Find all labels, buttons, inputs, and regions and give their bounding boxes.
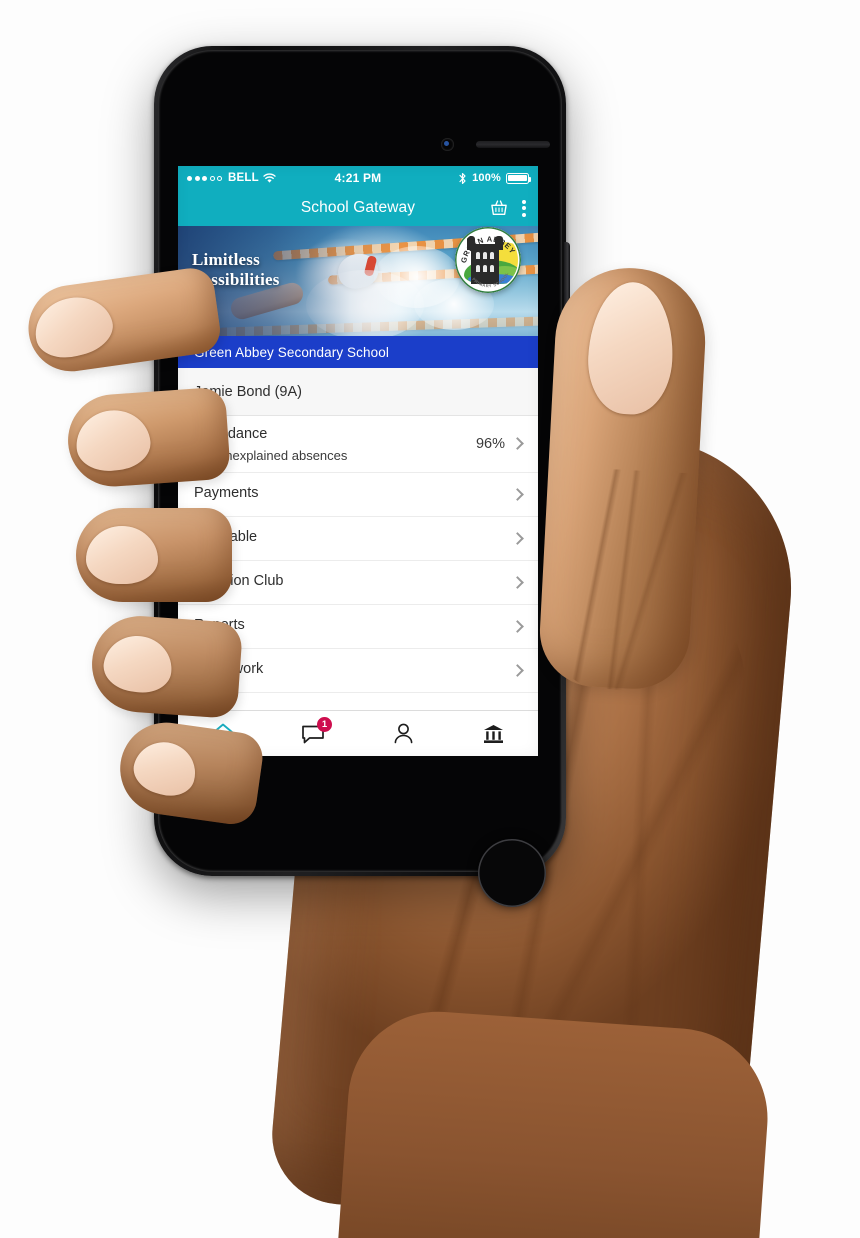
attendance-subtext: 2 Unexplained absences (194, 448, 476, 463)
menu-item-text: Reports (194, 616, 513, 636)
school-name-bar: Green Abbey Secondary School (178, 336, 538, 368)
menu-item-label: Reports (194, 617, 245, 634)
menu-item-label: Payments (194, 485, 259, 502)
chevron-right-icon (511, 531, 524, 545)
status-bar-left: BELL (187, 172, 335, 184)
fingernail (28, 289, 119, 365)
messages-tab[interactable]: 1 (268, 711, 358, 756)
school-name-label: Green Abbey Secondary School (194, 344, 389, 360)
attendance-value: 96% (475, 435, 505, 452)
battery-percent-label: 100% (472, 172, 502, 184)
fingernail (73, 406, 154, 475)
student-name-row[interactable]: Jamie Bond (9A) (178, 368, 538, 416)
menu-item-label: Revision Club (194, 573, 284, 590)
signal-strength-icon (187, 175, 222, 181)
crest-ring (455, 227, 521, 293)
wifi-icon (263, 172, 276, 183)
earpiece-speaker (476, 141, 550, 148)
battery-icon (506, 172, 532, 184)
menu-item-text: Revision Club (194, 572, 513, 592)
menu-item-attendance[interactable]: Attendance 2 Unexplained absences 96% (178, 416, 538, 473)
status-dot-icon (194, 451, 201, 459)
bluetooth-icon (459, 172, 466, 184)
status-bar-right: 100% (381, 172, 532, 185)
hero-headline-line2: Possibilities (192, 270, 280, 290)
thumb-creases (550, 466, 702, 694)
chevron-right-icon (511, 575, 524, 589)
menu-item-label: Homework (194, 661, 264, 678)
attendance-absences-label: 2 Unexplained absences (205, 447, 348, 463)
shopping-basket-icon[interactable] (489, 198, 509, 218)
menu-item-revision-club[interactable]: Revision Club (178, 560, 538, 605)
menu-item-text: Timetable (194, 528, 513, 548)
chevron-right-icon (511, 487, 524, 501)
thumbnail (585, 280, 677, 417)
nav-actions (489, 197, 528, 220)
carrier-label: BELL (228, 172, 259, 184)
menu-item-homework[interactable]: Homework (178, 648, 538, 693)
app-nav-bar: School Gateway (178, 190, 538, 226)
phone-screen: BELL 4:21 PM 100% School Gateway Limitle… (178, 166, 538, 756)
menu-item-text: Payments (194, 484, 513, 504)
hero-headline: Limitless Possibilities (192, 250, 280, 290)
home-icon (212, 723, 234, 744)
menu-item-reports[interactable]: Reports (178, 604, 538, 649)
message-count-badge: 1 (317, 717, 332, 732)
home-tab[interactable] (178, 711, 268, 756)
power-button[interactable] (564, 242, 570, 316)
attendance-text: Attendance 2 Unexplained absences (194, 425, 476, 463)
chevron-right-icon (511, 619, 524, 633)
school-crest-icon: GREEN ABBEY PRIMARY SCHOOL (455, 227, 521, 293)
bank-building-icon (483, 724, 503, 743)
menu-item-payments[interactable]: Payments (178, 472, 538, 517)
home-button[interactable] (478, 839, 546, 907)
student-name-label: Jamie Bond (9A) (194, 383, 302, 400)
menu-item-text: Homework (194, 660, 513, 680)
bottom-tab-bar: 1 (178, 710, 538, 756)
page-title: School Gateway (300, 199, 416, 216)
overflow-menu-icon[interactable] (520, 197, 528, 220)
scene: BELL 4:21 PM 100% School Gateway Limitle… (0, 0, 860, 1238)
chevron-right-icon (511, 437, 524, 451)
school-tab[interactable] (448, 711, 538, 756)
hero-headline-line1: Limitless (192, 250, 260, 269)
menu-item-timetable[interactable]: Timetable (178, 516, 538, 561)
profile-tab[interactable] (358, 711, 448, 756)
chevron-right-icon (511, 663, 524, 677)
menu-item-label: Attendance (194, 426, 268, 442)
person-icon (394, 723, 412, 744)
wrist (336, 1005, 774, 1238)
fingernail (86, 526, 158, 584)
status-bar: BELL 4:21 PM 100% (178, 166, 538, 190)
front-camera (441, 138, 454, 151)
clock: 4:21 PM (334, 171, 382, 185)
menu-item-label: Timetable (194, 529, 258, 546)
